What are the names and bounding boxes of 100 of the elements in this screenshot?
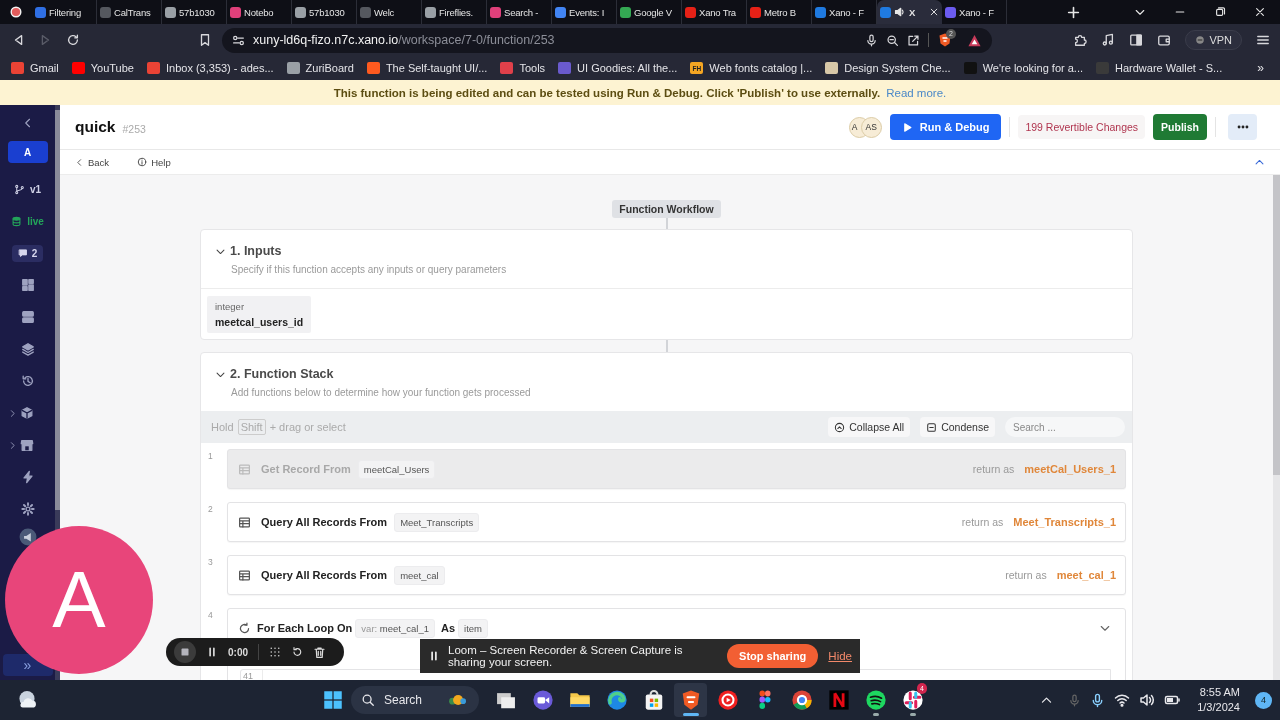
workspace-button[interactable]: A — [7, 141, 48, 163]
scrollbar-thumb[interactable] — [1273, 175, 1280, 475]
collapse-icon — [834, 421, 846, 433]
as-label: As — [440, 622, 455, 634]
step-number: 4 — [207, 609, 214, 620]
search-field[interactable]: Search ... — [1005, 417, 1125, 437]
store-icon[interactable] — [19, 438, 34, 452]
browser-tab[interactable]: X — [877, 0, 942, 24]
comment-icon — [17, 248, 28, 258]
megaphone-icon[interactable] — [18, 528, 37, 546]
close-icon[interactable] — [929, 7, 939, 17]
weather-icon[interactable] — [16, 689, 38, 711]
condense-button[interactable]: Condense — [920, 417, 995, 437]
layers-icon[interactable] — [20, 342, 35, 356]
banner-message: This function is being edited and can be tested using Run & Debug. Click 'Publish' to use externally. — [333, 86, 881, 99]
step-number: 1 — [207, 450, 214, 461]
hide-link[interactable]: Hide — [828, 650, 852, 662]
step-number: 3 — [207, 556, 214, 567]
bookmark-link[interactable]: Tools — [500, 62, 546, 74]
record-icon[interactable] — [9, 5, 23, 19]
scrollbar-thumb[interactable] — [55, 110, 60, 510]
table-tag: Meet_Transcripts — [394, 512, 480, 532]
chevron-left-icon — [75, 157, 84, 167]
clock-time: 8:55 AM — [1199, 685, 1240, 700]
more-bookmarks-button[interactable]: » — [1257, 61, 1264, 75]
step-title: Get Record From — [261, 463, 351, 475]
table-icon[interactable] — [20, 310, 35, 324]
bookmark-link[interactable]: UI Goodies: All the... — [558, 62, 678, 74]
bookmark-link[interactable]: The Self-taught UI/... — [366, 62, 488, 74]
table-tag: meet_cal — [394, 565, 445, 585]
sidebar-icon[interactable] — [1129, 33, 1144, 47]
speaker-icon[interactable] — [1139, 692, 1156, 708]
return-label: return as — [1005, 569, 1047, 581]
database-icon — [11, 215, 23, 227]
taskbar-app[interactable] — [674, 683, 707, 717]
read-more-link[interactable]: Read more. — [886, 86, 947, 99]
undo-icon[interactable] — [291, 646, 303, 658]
bookmark-icon[interactable] — [198, 33, 212, 47]
settings-icon[interactable] — [20, 502, 35, 516]
reload-icon[interactable] — [66, 33, 80, 47]
microphone-icon[interactable] — [865, 33, 878, 47]
branch-item[interactable]: v1 — [13, 173, 42, 205]
share-icon[interactable] — [907, 33, 920, 47]
restore-icon[interactable] — [1214, 6, 1226, 18]
return-variable: meet_cal_1 — [1056, 569, 1116, 581]
status-item[interactable]: live — [11, 205, 44, 237]
wifi-icon[interactable] — [1114, 692, 1131, 708]
history-icon[interactable] — [20, 374, 35, 388]
publish-button[interactable]: Publish — [1153, 114, 1207, 140]
collapse-all-button[interactable]: Collapse All — [828, 417, 911, 437]
grid-icon[interactable] — [269, 646, 281, 658]
step-title: Query All Records From — [261, 516, 388, 528]
comments-button[interactable]: 2 — [11, 244, 44, 262]
puzzle-icon[interactable] — [1073, 33, 1088, 47]
start-icon[interactable] — [323, 690, 343, 710]
notification-badge[interactable]: 4 — [1255, 691, 1272, 709]
step-card[interactable]: Query All Records From meet_cal return as meet_cal_1 — [227, 555, 1126, 595]
function-id: #253 — [122, 122, 146, 135]
search-icon — [361, 693, 375, 707]
stripes-icon — [827, 689, 850, 711]
trash-icon[interactable] — [313, 645, 326, 659]
zoom-out-icon[interactable] — [886, 33, 899, 47]
back-link[interactable]: Back — [75, 156, 110, 168]
wallet-icon[interactable] — [1157, 33, 1172, 47]
pause-icon[interactable] — [206, 646, 218, 658]
step-number: 2 — [207, 503, 214, 514]
stop-recording-button[interactable] — [174, 641, 196, 663]
search-field[interactable]: Search — [351, 686, 479, 714]
vpn-button[interactable]: VPN — [1185, 30, 1242, 50]
play-circle-icon — [716, 689, 739, 711]
table-tag: meetCal_Users — [357, 459, 436, 479]
bookmark-link[interactable]: Gmail — [11, 62, 59, 74]
bookmark-link[interactable]: Hardware Wallet - S... — [1096, 62, 1223, 74]
step-card[interactable]: Query All Records From Meet_Transcripts return as Meet_Transcripts_1 — [227, 502, 1126, 542]
triangle-icon[interactable] — [967, 32, 982, 48]
sound-waves-icon — [864, 689, 887, 711]
parameter-name: meetcal_users_id — [215, 316, 304, 328]
new-tab-icon[interactable] — [1067, 5, 1080, 19]
bookmark-link[interactable]: We're looking for a... — [963, 62, 1083, 74]
revertible-changes-button[interactable]: 199 Revertible Changes — [1018, 115, 1146, 139]
site-settings-icon[interactable] — [232, 33, 245, 47]
cube-icon[interactable] — [19, 406, 34, 420]
variable-tag: var: meet_cal_1 — [355, 618, 435, 638]
bookmark-link[interactable]: Design System Che... — [825, 62, 951, 74]
bookmark-link[interactable]: YouTube — [71, 62, 134, 74]
bookmark-link[interactable]: ZuriBoard — [286, 62, 354, 74]
run-debug-button[interactable]: Run & Debug — [889, 114, 1002, 140]
loop-icon — [238, 621, 251, 635]
clock-date: 1/3/2024 — [1197, 700, 1240, 715]
pause-icon — [428, 650, 440, 662]
color-wheel-icon — [790, 689, 813, 711]
key-label: Shift — [237, 419, 266, 435]
bookmark-link[interactable]: Inbox (3,353) - ades... — [146, 62, 274, 74]
music-note-icon[interactable] — [1101, 33, 1116, 47]
input-parameter[interactable]: integer meetcal_users_id — [207, 296, 312, 333]
info-icon — [137, 157, 148, 167]
menu-icon[interactable] — [1256, 33, 1270, 47]
close-icon[interactable] — [1254, 6, 1266, 18]
dashboard-icon[interactable] — [20, 278, 35, 292]
help-link[interactable]: Help — [137, 156, 171, 168]
